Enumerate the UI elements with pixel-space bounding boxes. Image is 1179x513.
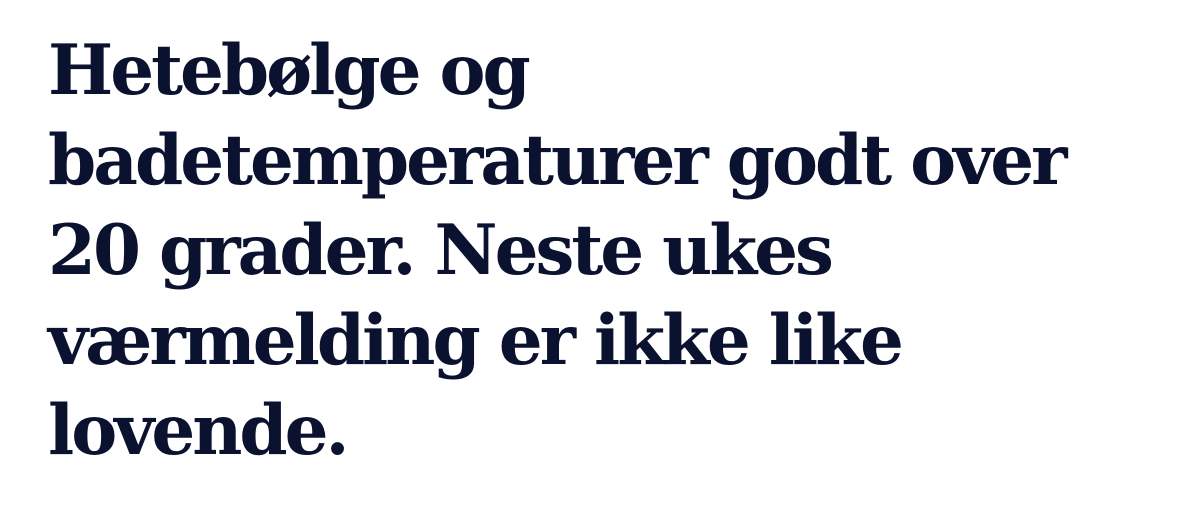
headline-line-2: badetemperaturer godt over — [48, 120, 1068, 201]
article-headline-link[interactable]: Hetebølge og badetemperaturer godt over … — [48, 26, 1088, 476]
headline-line-3: 20 grader. Neste ukes — [48, 210, 834, 291]
headline-line-5: lovende. — [48, 390, 350, 471]
headline-line-1: Hetebølge og — [48, 30, 531, 111]
headline-line-4: værmelding er ikke like — [48, 300, 904, 381]
article-headline: Hetebølge og badetemperaturer godt over … — [48, 26, 1088, 476]
